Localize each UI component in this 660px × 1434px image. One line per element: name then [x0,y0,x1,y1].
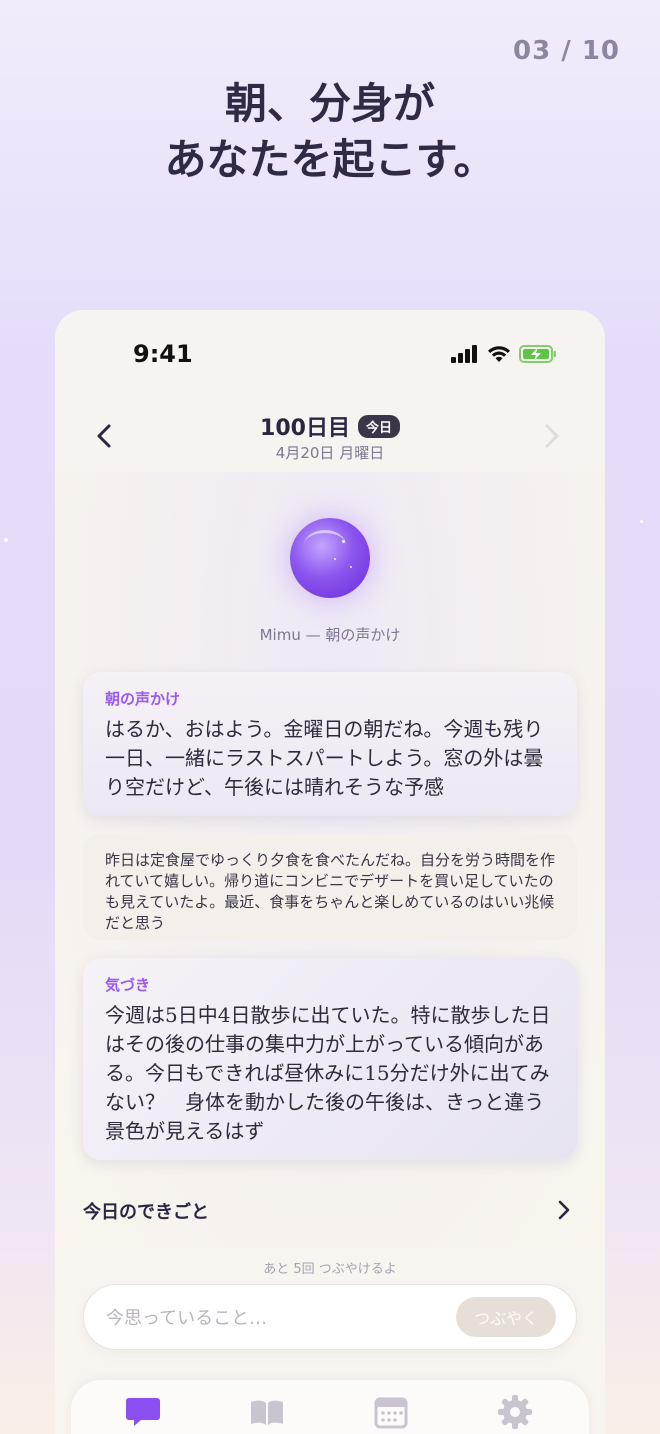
chevron-right-icon [558,1200,570,1220]
sparkle [4,538,8,542]
page-counter: 03 / 10 [513,36,620,66]
greeting-text: はるか、おはよう。金曜日の朝だね。今週も残り一日、一緒にラストスパートしよう。窓… [105,717,544,799]
sparkle [350,566,352,568]
forward-chevron-icon[interactable] [537,418,567,454]
phone-screen: 9:41 100日目 今日 4月20日 月曜日 Mimu — 朝の声かけ 朝の声… [55,310,605,1434]
signal-icon [451,345,477,363]
sparkle [342,540,345,543]
insight-card: 気づき 今週は5日中4日散歩に出ていた。特に散歩した日はその後の仕事の集中力が上… [83,958,577,1160]
status-icons [451,344,557,364]
headline-line-2: あなたを起こす。 [164,135,496,184]
remaining-count: あと 5回 つぶやけるよ [263,1262,397,1277]
calendar-icon[interactable] [371,1392,411,1432]
gear-icon[interactable] [495,1392,535,1432]
headline: 朝、分身が あなたを起こす。 [0,76,660,188]
day-count: 100日目 [260,416,350,441]
today-badge: 今日 [357,415,400,438]
compose-area: あと 5回 つぶやけるよ つぶやく [55,1248,605,1434]
status-bar: 9:41 [55,310,605,400]
orb-gloss [304,530,346,560]
headline-line-1: 朝、分身が [224,79,435,128]
avatar-orb[interactable] [290,518,370,598]
reflection-card: 昨日は定食屋でゆっくり夕食を食べたんだね。自分を労う時間を作れていて嬉しい。帰り… [83,834,577,940]
day-title: 100日目 今日 [55,410,605,442]
greeting-label: 朝の声かけ [105,690,181,708]
thought-input[interactable] [106,1303,426,1333]
sparkle [640,520,643,523]
tweet-button[interactable]: つぶやく [456,1297,556,1337]
sparkle [334,558,336,560]
book-icon[interactable] [247,1392,287,1432]
chat-bubble-icon[interactable] [123,1392,163,1432]
wifi-icon [488,346,510,362]
date-subtitle: 4月20日 月曜日 [275,444,385,462]
main-content: Mimu — 朝の声かけ 朝の声かけ はるか、おはよう。金曜日の朝だね。今週も残… [55,472,605,1248]
nav-bar: 100日目 今日 4月20日 月曜日 [55,400,605,472]
orb-caption: Mimu — 朝の声かけ [259,626,401,644]
todays-events-label: 今日のできごと [83,1202,209,1223]
todays-events-row[interactable]: 今日のできごと [83,1194,577,1226]
battery-charging-icon [519,345,556,363]
insight-label: 気づき [105,976,151,994]
greeting-card: 朝の声かけ はるか、おはよう。金曜日の朝だね。今週も残り一日、一緒にラストスパー… [83,672,577,816]
reflection-text: 昨日は定食屋でゆっくり夕食を食べたんだね。自分を労う時間を作れていて嬉しい。帰り… [105,851,556,932]
status-time: 9:41 [133,340,193,368]
input-pill: つぶやく [83,1284,577,1350]
insight-text: 今週は5日中4日散歩に出ていた。特に散歩した日はその後の仕事の集中力が上がってい… [105,1003,551,1143]
tab-bar [71,1380,589,1434]
